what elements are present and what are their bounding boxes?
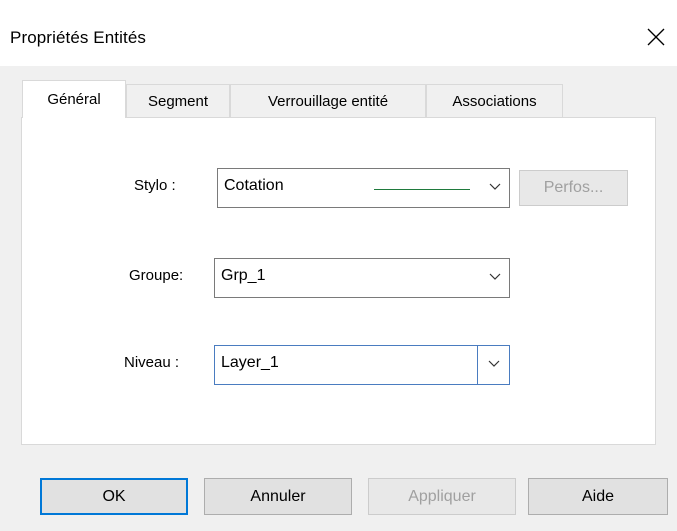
stylo-dropdown[interactable]: Cotation (217, 168, 510, 208)
title-bar: Propriétés Entités (0, 0, 677, 66)
tab-associations-label: Associations (452, 92, 537, 110)
groupe-dropdown[interactable]: Grp_1 (214, 258, 510, 298)
perfos-button-label: Perfos... (543, 179, 604, 196)
ok-button-label: OK (102, 487, 126, 505)
pen-line-preview (374, 189, 470, 190)
stylo-label: Stylo : (134, 177, 176, 194)
tab-associations[interactable]: Associations (426, 84, 563, 117)
annuler-button-label: Annuler (250, 487, 306, 505)
perfos-button[interactable]: Perfos... (519, 170, 628, 206)
niveau-dropdown[interactable]: Layer_1 (214, 345, 510, 385)
dialog-title: Propriétés Entités (10, 28, 146, 47)
tab-general-label: Général (47, 91, 101, 108)
close-icon (647, 28, 665, 46)
appliquer-button-label: Appliquer (408, 487, 476, 505)
tab-verrouillage-entite[interactable]: Verrouillage entité (230, 84, 426, 117)
annuler-button[interactable]: Annuler (204, 478, 352, 515)
niveau-label: Niveau : (124, 354, 180, 371)
groupe-value: Grp_1 (221, 267, 266, 284)
aide-button[interactable]: Aide (528, 478, 668, 515)
chevron-down-icon (488, 360, 500, 367)
appliquer-button[interactable]: Appliquer (368, 478, 516, 515)
close-button[interactable] (638, 22, 674, 52)
groupe-label: Groupe: (129, 267, 184, 284)
niveau-value: Layer_1 (221, 354, 279, 371)
ok-button[interactable]: OK (40, 478, 188, 515)
aide-button-label: Aide (581, 487, 615, 505)
chevron-down-icon (489, 183, 501, 190)
tab-verrouillage-entite-label: Verrouillage entité (267, 92, 389, 110)
stylo-value: Cotation (224, 177, 284, 194)
chevron-down-icon (489, 273, 501, 280)
tab-general[interactable]: Général (22, 80, 126, 118)
tab-segment-label: Segment (147, 92, 209, 110)
tab-segment[interactable]: Segment (126, 84, 230, 117)
